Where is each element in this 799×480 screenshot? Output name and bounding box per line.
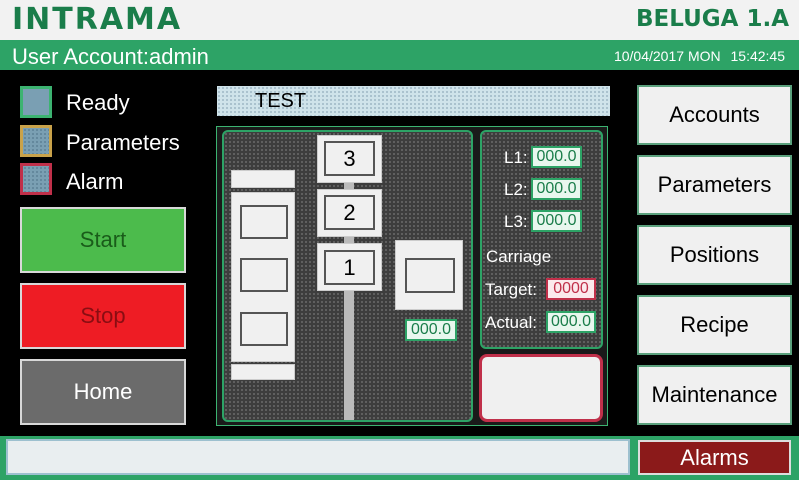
l1-label: L1:: [504, 148, 528, 167]
rack-bottom-cap: [231, 364, 295, 380]
l3-label: L3:: [504, 212, 528, 231]
target-value[interactable]: 0000: [546, 278, 596, 300]
stop-button[interactable]: Stop: [20, 283, 186, 349]
start-button[interactable]: Start: [20, 207, 186, 273]
machine-model: BELUGA 1.A: [636, 6, 789, 32]
parameters-label: Parameters: [66, 130, 180, 155]
time-text: 15:42:45: [730, 48, 786, 64]
user-account[interactable]: User Account:admin: [12, 44, 209, 70]
recipe-button[interactable]: Recipe: [637, 295, 792, 355]
l1-value: 000.0: [531, 146, 582, 168]
alarm-label: Alarm: [66, 169, 124, 194]
carriage-value: 000.0: [405, 319, 457, 341]
ready-label: Ready: [66, 90, 130, 115]
level-1-button[interactable]: 1: [324, 250, 375, 285]
parameters-indicator: [20, 125, 52, 157]
alarm-message-bar: [6, 439, 630, 475]
maintenance-button[interactable]: Maintenance: [637, 365, 792, 425]
brand-logo: INTRAMA: [12, 2, 183, 37]
recipe-title-field[interactable]: TEST: [217, 86, 610, 116]
positions-button[interactable]: Positions: [637, 225, 792, 285]
date-text: 10/04/2017: [613, 48, 685, 64]
level-3-button[interactable]: 3: [324, 141, 375, 176]
level-2-button[interactable]: 2: [324, 195, 375, 230]
weekday-text: MON: [687, 48, 721, 64]
user-account-name: admin: [148, 44, 209, 69]
target-label: Target:: [485, 280, 537, 299]
user-account-label: User Account: [12, 44, 143, 69]
actual-label: Actual:: [485, 313, 537, 332]
accounts-button[interactable]: Accounts: [637, 85, 792, 145]
l2-label: L2:: [504, 180, 528, 199]
actual-value: 000.0: [546, 311, 596, 333]
carriage-control-button[interactable]: [479, 354, 603, 422]
parameters-button[interactable]: Parameters: [637, 155, 792, 215]
carriage-label: Carriage: [486, 247, 552, 266]
rack-slot-bottom[interactable]: [240, 312, 288, 346]
alarms-button[interactable]: Alarms: [638, 440, 791, 475]
datetime: 10/04/2017 MON 15:42:45: [614, 48, 785, 64]
l3-value: 000.0: [531, 210, 582, 232]
l2-value: 000.0: [531, 178, 582, 200]
rack-top-cap: [231, 170, 295, 188]
ready-indicator: [20, 86, 52, 118]
rack-slot-middle[interactable]: [240, 258, 288, 292]
alarm-indicator: [20, 163, 52, 195]
rack-slot-top[interactable]: [240, 205, 288, 239]
home-button[interactable]: Home: [20, 359, 186, 425]
carriage-slot[interactable]: [405, 258, 455, 293]
